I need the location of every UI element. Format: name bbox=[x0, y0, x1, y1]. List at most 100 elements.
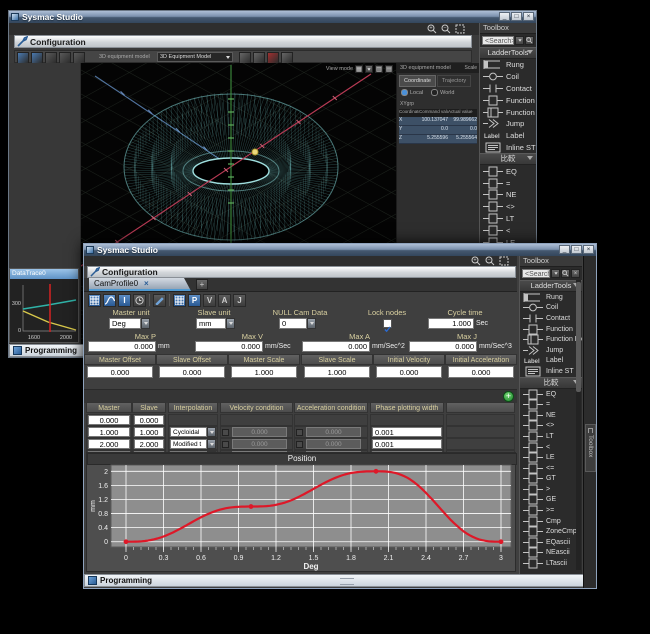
toolbox-item[interactable]: Coil bbox=[520, 303, 582, 314]
coord-row[interactable]: Z5.2555965.255564 bbox=[399, 135, 477, 144]
max-input[interactable]: 0.000 bbox=[195, 341, 263, 352]
table-row[interactable]: 0.0000.000 bbox=[84, 414, 517, 426]
offset-input[interactable]: 0.000 bbox=[376, 366, 442, 378]
close-icon[interactable]: × bbox=[571, 269, 580, 278]
chevron-down-icon[interactable] bbox=[551, 269, 560, 278]
statusbar-grip[interactable] bbox=[340, 578, 354, 585]
search-icon[interactable] bbox=[525, 36, 534, 45]
master-input[interactable]: 0.000 bbox=[88, 415, 130, 425]
zoom-in-icon[interactable]: + bbox=[427, 24, 437, 34]
tab-close-icon[interactable]: × bbox=[144, 279, 149, 288]
toolbox-section-laddertools[interactable]: LadderTools bbox=[480, 47, 536, 59]
toolbox-search-input[interactable]: <Search> bbox=[522, 269, 550, 278]
restore-button[interactable]: □ bbox=[571, 245, 582, 254]
model-dropdown[interactable]: 3D Equipment Model bbox=[157, 52, 233, 62]
curve-node[interactable] bbox=[374, 469, 379, 474]
toolbox-section-compare[interactable]: 比較 bbox=[480, 153, 536, 165]
null-cam-dropdown-button[interactable] bbox=[307, 318, 316, 329]
slave-unit-dropdown-button[interactable] bbox=[226, 318, 235, 329]
curve-icon[interactable] bbox=[103, 294, 116, 307]
toolbox-item[interactable]: LT bbox=[480, 213, 536, 225]
curve-node[interactable] bbox=[499, 539, 504, 544]
toolbox-item[interactable]: Inline ST bbox=[480, 142, 536, 154]
radio-world[interactable]: World bbox=[431, 89, 454, 96]
toolbox-item[interactable]: EQascii bbox=[520, 537, 582, 548]
toolbox-item[interactable]: = bbox=[520, 399, 582, 410]
front-titlebar[interactable]: Sysmac Studio _□× bbox=[84, 244, 596, 256]
radio-local[interactable]: Local bbox=[401, 89, 423, 96]
interpolation-select[interactable]: Modified t bbox=[170, 439, 207, 449]
v-icon[interactable]: V bbox=[203, 294, 216, 307]
view-mode-icon[interactable]: ▦ bbox=[355, 65, 363, 73]
close-button[interactable]: × bbox=[583, 245, 594, 254]
toolbox-search-input[interactable]: <Search> bbox=[482, 36, 514, 45]
zoom-in-icon[interactable]: + bbox=[471, 256, 481, 266]
toolbox-item[interactable]: Contact bbox=[480, 83, 536, 95]
toolbox-item[interactable]: >= bbox=[520, 505, 582, 516]
add-tab-button[interactable]: + bbox=[196, 279, 208, 290]
zoom-fit-icon[interactable] bbox=[499, 256, 509, 266]
velocity-condition-checkbox[interactable] bbox=[222, 441, 229, 448]
back-titlebar[interactable]: Sysmac Studio _□× bbox=[9, 11, 536, 23]
toolbox-item[interactable]: LTascii bbox=[520, 558, 582, 569]
acceleration-condition-checkbox[interactable] bbox=[296, 429, 303, 436]
table-row[interactable]: 1.0001.000Cycloidal0.0000.0000.001 bbox=[84, 426, 517, 438]
tab-camprofile0[interactable]: CamProfile0 × bbox=[89, 278, 191, 291]
p-icon[interactable]: P bbox=[188, 294, 201, 307]
view-cam-icon[interactable]: ▤ bbox=[385, 65, 393, 73]
toolbox-item[interactable]: EQ bbox=[520, 389, 582, 400]
toolbox-item[interactable]: NE bbox=[520, 410, 582, 421]
toolbox-item[interactable]: < bbox=[520, 442, 582, 453]
toolbox-item[interactable]: LE bbox=[520, 452, 582, 463]
toolbox-vertical-tab[interactable]: Toolbox bbox=[585, 424, 596, 472]
toolbox-item[interactable]: Function Blo bbox=[520, 334, 582, 345]
j-icon[interactable]: J bbox=[233, 294, 246, 307]
toolbox-item[interactable]: = bbox=[480, 177, 536, 189]
toolbox-item[interactable]: NEascii bbox=[520, 548, 582, 559]
offset-input[interactable]: 1.000 bbox=[304, 366, 370, 378]
lock-nodes-checkbox[interactable] bbox=[383, 319, 392, 328]
minimize-button[interactable]: _ bbox=[499, 12, 510, 21]
toolbox-item[interactable]: Jump bbox=[480, 118, 536, 130]
offset-input[interactable]: 0.000 bbox=[159, 366, 225, 378]
slave-input[interactable]: 2.000 bbox=[134, 439, 164, 449]
offset-input[interactable]: 1.000 bbox=[231, 366, 297, 378]
toolbox-item[interactable]: LT bbox=[520, 431, 582, 442]
master-input[interactable]: 2.000 bbox=[88, 439, 130, 449]
curve-node[interactable] bbox=[249, 504, 254, 509]
toolbox-item[interactable]: > bbox=[520, 484, 582, 495]
toolbox-item[interactable]: < bbox=[480, 224, 536, 236]
table-row[interactable]: 2.0002.000Modified t0.0000.0000.001 bbox=[84, 438, 517, 450]
toolbox-item[interactable]: Rung bbox=[520, 292, 582, 303]
interpolation-dropdown-button[interactable] bbox=[207, 427, 216, 437]
toolbox-scrollbar[interactable] bbox=[576, 280, 581, 570]
toolbox-item[interactable]: Function bbox=[480, 94, 536, 106]
a-icon[interactable]: A bbox=[218, 294, 231, 307]
add-node-button[interactable]: + bbox=[503, 391, 514, 402]
search-icon[interactable] bbox=[561, 269, 570, 278]
toolbox-item[interactable]: ZoneCmp bbox=[520, 526, 582, 537]
coord-row[interactable]: Y0.00.0 bbox=[399, 126, 477, 135]
master-unit-select[interactable]: Deg bbox=[109, 318, 141, 329]
pen-icon[interactable] bbox=[153, 294, 166, 307]
i-icon[interactable]: I bbox=[118, 294, 131, 307]
master-unit-dropdown-button[interactable] bbox=[141, 318, 150, 329]
slave-unit-select[interactable]: mm bbox=[196, 318, 226, 329]
toolbox-item[interactable]: Cmp bbox=[520, 516, 582, 527]
max-input[interactable]: 0.000 bbox=[88, 341, 156, 352]
grid-icon[interactable] bbox=[88, 294, 101, 307]
max-input[interactable]: 0.000 bbox=[302, 341, 370, 352]
table-icon[interactable] bbox=[173, 294, 186, 307]
toolbox-item[interactable]: Inline ST bbox=[520, 366, 582, 377]
toolbox-item[interactable]: Function Blo bbox=[480, 106, 536, 118]
max-input[interactable]: 0.000 bbox=[409, 341, 477, 352]
master-input[interactable]: 1.000 bbox=[88, 427, 130, 437]
chevron-down-icon[interactable] bbox=[515, 36, 524, 45]
restore-button[interactable]: □ bbox=[511, 12, 522, 21]
coord-tab-trajectory[interactable]: Trajectory bbox=[437, 75, 471, 87]
slave-input[interactable]: 1.000 bbox=[134, 427, 164, 437]
view-mode-dropdown-icon[interactable] bbox=[365, 65, 373, 73]
toolbox-item[interactable]: Contact bbox=[520, 313, 582, 324]
zoom-out-icon[interactable]: − bbox=[441, 24, 451, 34]
toolbox-item[interactable]: EQ bbox=[480, 165, 536, 177]
